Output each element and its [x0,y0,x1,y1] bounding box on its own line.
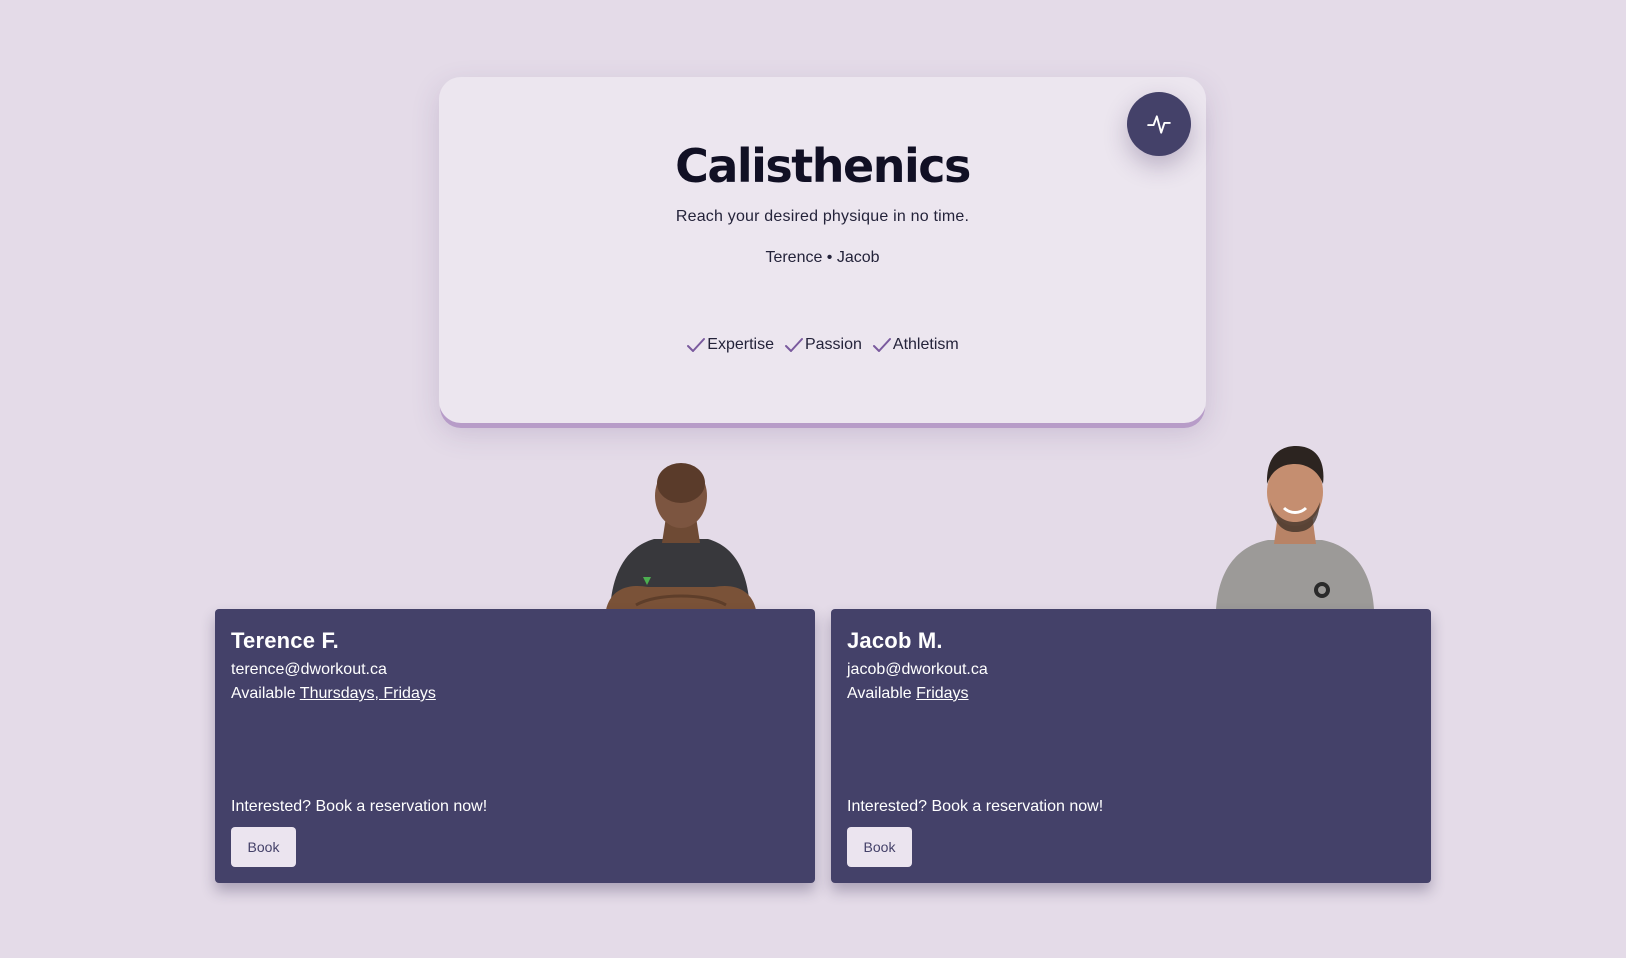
hero-card: Calisthenics Reach your desired physique… [439,77,1206,423]
check-icon [687,338,706,352]
booking-prompt: Interested? Book a reservation now! [231,798,488,815]
feature-label: Expertise [707,336,774,353]
feature-list: Expertise Passion Athletism [439,336,1206,354]
trainer-photo-jacob [1210,444,1380,610]
trainer-card-terence: Terence F. terence@dworkout.ca Available… [215,609,815,883]
activity-pulse-icon [1147,115,1171,134]
check-icon [872,338,891,352]
availability-days-link[interactable]: Fridays [916,685,968,702]
availability-prefix: Available [847,685,912,702]
trainer-card-jacob: Jacob M. jacob@dworkout.ca Available Fri… [831,609,1431,883]
trainer-email: jacob@dworkout.ca [847,661,988,678]
feature-expertise: Expertise [686,336,774,354]
book-button[interactable]: Book [847,827,912,867]
trainer-photo-terence [596,455,766,610]
hero-coaches: Terence • Jacob [765,249,880,266]
trainer-email: terence@dworkout.ca [231,661,387,678]
check-icon [784,338,803,352]
book-button[interactable]: Book [231,827,296,867]
availability-prefix: Available [231,685,296,702]
trainer-availability: Available Fridays [847,685,969,703]
feature-athletism: Athletism [872,336,959,354]
availability-days-link[interactable]: Thursdays, Fridays [300,685,436,702]
trainer-availability: Available Thursdays, Fridays [231,685,436,703]
feature-passion: Passion [784,336,862,354]
hero-subtitle: Reach your desired physique in no time. [675,208,970,225]
page-title: Calisthenics [675,139,971,193]
trainer-name: Jacob M. [847,628,943,653]
trainer-name: Terence F. [231,628,339,653]
feature-label: Passion [804,336,862,353]
feature-label: Athletism [892,336,959,353]
booking-prompt: Interested? Book a reservation now! [847,798,1104,815]
